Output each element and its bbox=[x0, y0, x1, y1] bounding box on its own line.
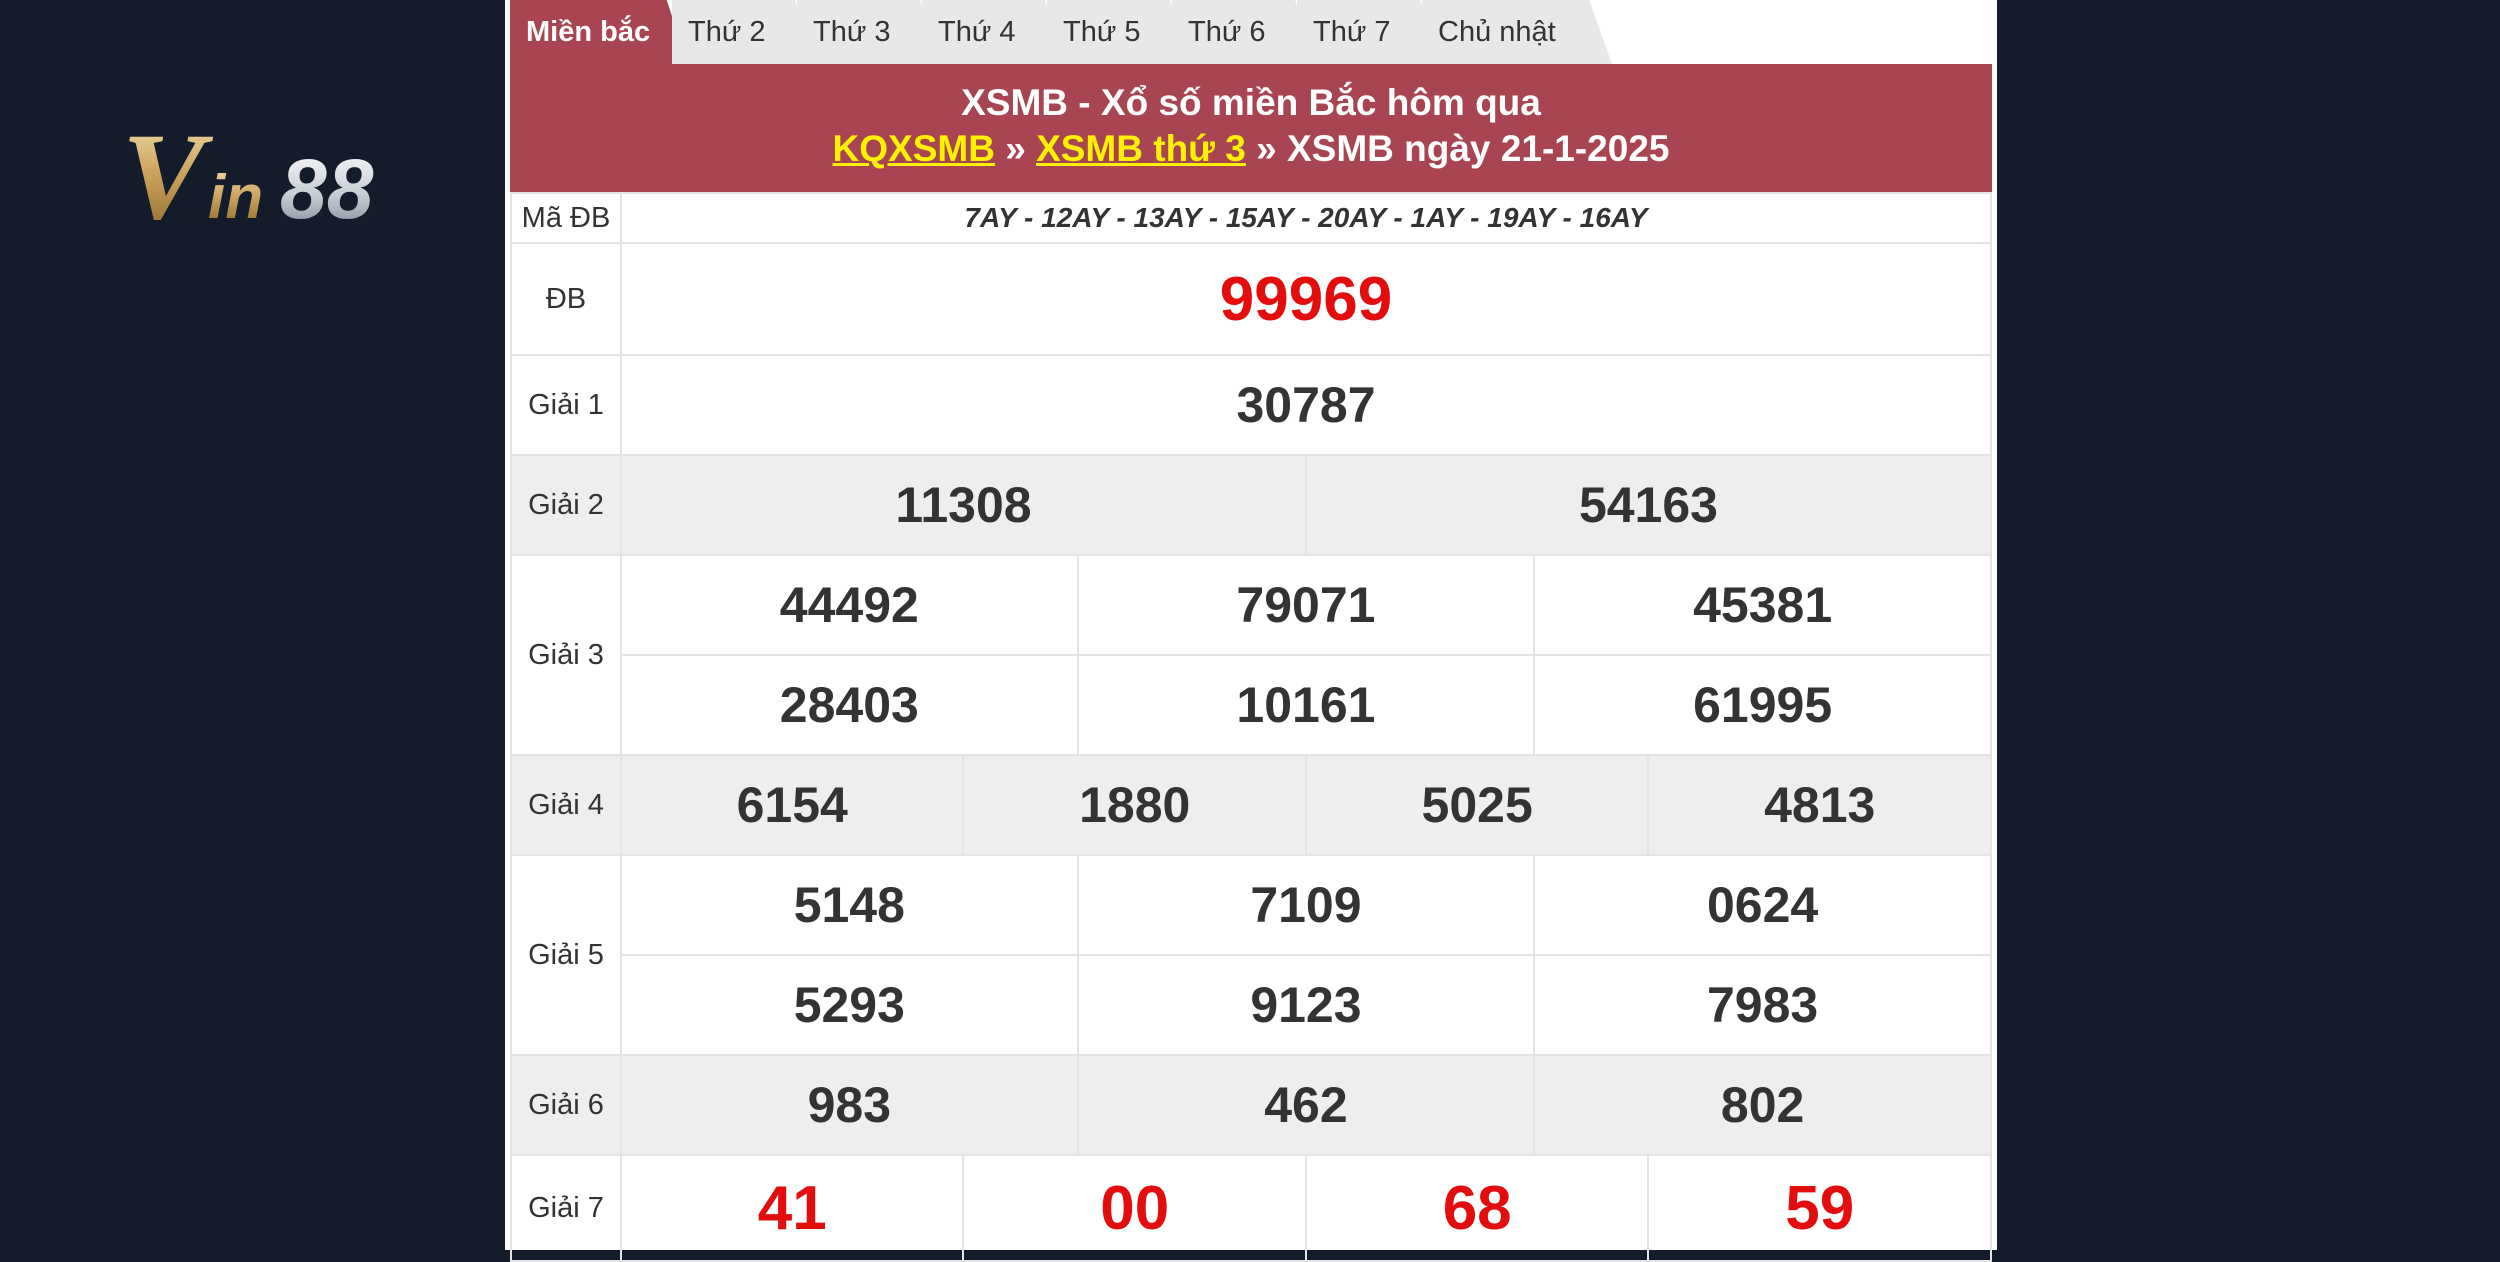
prize-number: 28403 bbox=[620, 654, 1079, 756]
tab-mien-bac[interactable]: Miền bắc bbox=[510, 0, 688, 64]
tab-chu-nhat[interactable]: Chủ nhật bbox=[1422, 0, 1612, 64]
prize-number: 802 bbox=[1533, 1054, 1992, 1156]
prize-number: 44492 bbox=[620, 554, 1079, 656]
prize-4-row: Giải 4 6154 1880 5025 4813 bbox=[510, 754, 1992, 856]
prize-number: 4813 bbox=[1647, 754, 1992, 856]
prize-number: 68 bbox=[1304, 1154, 1650, 1262]
prize-number: 79071 bbox=[1076, 554, 1536, 656]
tab-thu-4[interactable]: Thứ 4 bbox=[922, 0, 1062, 64]
prize-number: 5293 bbox=[620, 954, 1079, 1056]
prize-number: 0624 bbox=[1533, 854, 1992, 956]
row-label: ĐB bbox=[510, 242, 622, 356]
row-label: Giải 2 bbox=[510, 454, 622, 556]
special-code-row: Mã ĐB 7AY - 12AY - 13AY - 15AY - 20AY - … bbox=[510, 192, 1992, 244]
special-codes: 7AY - 12AY - 13AY - 15AY - 20AY - 1AY - … bbox=[620, 192, 1992, 244]
prize-number: 30787 bbox=[620, 354, 1992, 456]
prize-1-row: Giải 1 30787 bbox=[510, 354, 1992, 456]
prize-5-row: 5293 9123 7983 bbox=[511, 954, 1992, 1056]
breadcrumb-kqxsmb-link[interactable]: KQXSMB bbox=[833, 128, 995, 169]
prize-number: 7983 bbox=[1533, 954, 1992, 1056]
row-label: Giải 7 bbox=[510, 1154, 622, 1262]
day-tabs: Miền bắc Thứ 2 Thứ 3 Thứ 4 Thứ 5 Thứ 6 T… bbox=[510, 0, 1992, 64]
row-label: Giải 6 bbox=[510, 1054, 622, 1156]
tab-thu-7[interactable]: Thứ 7 bbox=[1297, 0, 1437, 64]
tab-thu-6[interactable]: Thứ 6 bbox=[1172, 0, 1312, 64]
vin88-logo: V in 88 bbox=[122, 108, 482, 245]
prize-number: 7109 bbox=[1076, 854, 1536, 956]
breadcrumb-xsmb-thu-3-link[interactable]: XSMB thứ 3 bbox=[1036, 128, 1246, 169]
tab-thu-2[interactable]: Thứ 2 bbox=[672, 0, 812, 64]
prize-2-row: Giải 2 11308 54163 bbox=[510, 454, 1993, 556]
prize-3-row: Giải 3 44492 79071 45381 bbox=[510, 554, 1992, 756]
prize-3-row: 28403 10161 61995 bbox=[511, 654, 1992, 756]
prize-db-row: ĐB 99969 bbox=[510, 242, 1992, 356]
lottery-panel: Miền bắc Thứ 2 Thứ 3 Thứ 4 Thứ 5 Thứ 6 T… bbox=[505, 0, 1997, 1262]
prize-number: 61995 bbox=[1533, 654, 1992, 756]
page-title: XSMB - Xổ số miền Bắc hôm qua bbox=[961, 82, 1541, 123]
prize-number: 9123 bbox=[1076, 954, 1536, 1056]
prize-number: 00 bbox=[962, 1154, 1307, 1262]
prize-5-row: Giải 5 5148 7109 0624 bbox=[510, 854, 1992, 1056]
row-label: Giải 5 bbox=[510, 854, 622, 1056]
results-table: Mã ĐB 7AY - 12AY - 13AY - 15AY - 20AY - … bbox=[510, 192, 1993, 1262]
prize-number: 99969 bbox=[620, 242, 1992, 356]
row-label: Giải 4 bbox=[510, 754, 622, 856]
prize-number: 54163 bbox=[1304, 454, 1993, 556]
prize-number: 5148 bbox=[620, 854, 1079, 956]
prize-number: 11308 bbox=[620, 454, 1307, 556]
tab-thu-3[interactable]: Thứ 3 bbox=[797, 0, 937, 64]
svg-text:V: V bbox=[122, 118, 214, 230]
prize-number: 41 bbox=[619, 1154, 965, 1262]
row-label: Giải 1 bbox=[510, 354, 622, 456]
row-label: Mã ĐB bbox=[510, 192, 622, 244]
prize-number: 983 bbox=[620, 1054, 1079, 1156]
results-header: XSMB - Xổ số miền Bắc hôm qua KQXSMB » X… bbox=[510, 64, 1992, 192]
prize-7-row: Giải 7 41 00 68 59 bbox=[510, 1154, 1992, 1262]
prize-number: 59 bbox=[1647, 1154, 1992, 1262]
breadcrumb: KQXSMB » XSMB thứ 3 » XSMB ngày 21-1-202… bbox=[832, 128, 1670, 169]
prize-6-row: Giải 6 983 462 802 bbox=[510, 1054, 1992, 1156]
prize-number: 462 bbox=[1076, 1054, 1536, 1156]
prize-number: 1880 bbox=[962, 754, 1307, 856]
row-label: Giải 3 bbox=[510, 554, 622, 756]
tab-thu-5[interactable]: Thứ 5 bbox=[1047, 0, 1187, 64]
svg-text:in: in bbox=[208, 163, 263, 230]
prize-number: 45381 bbox=[1533, 554, 1992, 656]
prize-number: 10161 bbox=[1076, 654, 1536, 756]
prize-number: 6154 bbox=[619, 754, 965, 856]
svg-text:88: 88 bbox=[280, 142, 374, 230]
prize-number: 5025 bbox=[1304, 754, 1650, 856]
breadcrumb-current: XSMB ngày 21-1-2025 bbox=[1286, 128, 1670, 169]
